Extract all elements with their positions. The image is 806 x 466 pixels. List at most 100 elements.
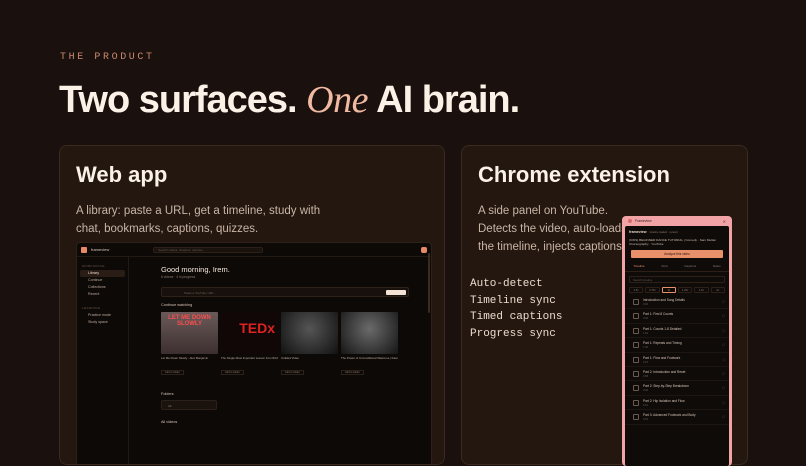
sidebar-item-practice: Practice mode <box>88 313 111 317</box>
logo-icon <box>81 246 87 253</box>
headline: Two surfaces. One AI brain. <box>59 78 520 122</box>
feature-list: Auto-detect Timeline sync Timed captions… <box>470 276 562 342</box>
tab-timeline: Timeline <box>633 264 645 268</box>
bookmark-icon: ☐ <box>722 328 725 333</box>
chapter-row: Part 1: Repeats and Timing 1:40 ☐ <box>625 338 729 353</box>
web-app-description: A library: paste a URL, get a timeline, … <box>76 205 321 235</box>
tab-chat: Chat <box>661 264 668 268</box>
sidebar-section-label: WORKSPACE <box>82 264 105 268</box>
sidebar-item-collections: Collections <box>88 285 106 289</box>
mock-topbar: frameview Search videos, chapters, quizz… <box>77 243 431 257</box>
sidebar-item-library: Library <box>80 270 125 277</box>
video-thumbnail: LET ME DOWN SLOWLY <box>161 312 218 354</box>
mock-paste-button <box>386 290 406 295</box>
bookmark-icon: ☐ <box>722 371 725 376</box>
chapter-name: Part 1: First 8 Counts <box>643 312 674 317</box>
chapter-name: Introduction and Song Details <box>643 298 685 302</box>
chapter-time: 4:10 <box>643 403 649 407</box>
sidebar-item-continue: Continue <box>88 278 103 282</box>
feature-item: Timeline sync <box>470 294 556 307</box>
headline-accent: One <box>306 79 368 121</box>
speed-option: 1.5x <box>694 287 709 293</box>
add-to-folder-button: Add to folder <box>281 370 304 375</box>
add-to-folder-button: Add to folder <box>221 370 244 375</box>
chapter-row: Part 2: Step-by-Step Breakdown 3:30 ☐ <box>625 381 729 396</box>
add-to-folder-button: Add to folder <box>161 370 184 375</box>
mock-folders-label: Folders <box>161 392 174 396</box>
mock-subgreeting: 6 videos · 4 in progress <box>161 275 196 279</box>
video-card: LET ME DOWN SLOWLY Let Me Down Slowly - A… <box>161 312 218 378</box>
tab-captions: Captions <box>684 264 697 268</box>
chapter-time: 3:30 <box>643 389 649 393</box>
mock-scrollbar <box>428 253 430 313</box>
chapter-row: Part 1: Flow and Footwork 2:15 ☐ <box>625 353 729 367</box>
video-card: TEDx The Single Most Important Lesson fro… <box>221 312 278 378</box>
web-app-title: Web app <box>76 162 168 187</box>
video-thumbnail: TEDx <box>221 312 278 354</box>
sidebar-section-label: LEARNING <box>82 306 101 310</box>
video-card: The Power of Unconditional Welcome | Kar… <box>341 312 398 378</box>
video-thumbnail <box>341 312 398 354</box>
mock-thumbnails: LET ME DOWN SLOWLY Let Me Down Slowly - A… <box>161 312 409 378</box>
bookmark-icon: ☐ <box>722 400 725 405</box>
bookmark-icon: ☐ <box>722 314 725 319</box>
thumbnail-overlay-text: LET ME DOWN SLOWLY <box>168 315 211 327</box>
mock-continue-label: Continue watching <box>161 303 193 307</box>
web-app-card: Web app A library: paste a URL, get a ti… <box>59 145 445 465</box>
bookmark-icon: ☐ <box>722 343 725 348</box>
panel-tabs: Timeline Chat Captions Notes <box>625 264 729 272</box>
panel-titlebar: Frameview ✕ <box>625 216 729 226</box>
chapter-row: Part 3: Advanced Footwork and Body 4:52 ☐ <box>625 410 729 425</box>
headline-part1: Two surfaces. <box>59 79 298 121</box>
mock-main: Good morning, Irem. 6 videos · 4 in prog… <box>135 257 431 464</box>
headline-part2: AI brain. <box>376 79 520 121</box>
chapter-time: 0:00 <box>643 303 649 306</box>
chapter-row: Part 1: Counts 1-8 Detailed 1:02 ☐ <box>625 324 729 339</box>
chapter-row: Introduction and Song Details 0:00 ☐ <box>625 295 729 310</box>
chapter-row: Part 2: Hip Isolation and Flow 4:10 ☐ <box>625 396 729 411</box>
chapter-time: 1:40 <box>643 346 649 350</box>
chapter-row: Part 2: Introduction and Reset 2:58 ☐ <box>625 367 729 382</box>
web-app-screenshot: frameview Search videos, chapters, quizz… <box>76 242 432 464</box>
mock-paste-input: Paste a YouTube URL… <box>161 287 409 297</box>
chapter-time: 4:52 <box>643 418 649 422</box>
chapter-name: Part 1: Flow and Footwork <box>643 355 681 360</box>
thumbnail-overlay-text: TEDx <box>239 320 275 336</box>
speed-option: 2x <box>710 287 725 293</box>
speed-option: 1x <box>661 287 676 293</box>
mock-folder-item: All <box>161 400 217 410</box>
section-eyebrow: THE PRODUCT <box>60 52 155 63</box>
bookmark-icon: ☐ <box>722 415 725 420</box>
mock-search-input: Search videos, chapters, quizzes… <box>153 246 264 253</box>
avatar <box>421 246 427 253</box>
video-caption: Let Me Down Slowly - Alec Benjamin <box>161 356 209 360</box>
extension-side-panel-screenshot: Frameview ✕ frameview timeline loaded · s… <box>622 216 732 466</box>
speed-option: 0.5x <box>629 287 644 293</box>
chapter-name: Part 2: Hip Isolation and Flow <box>643 398 685 403</box>
video-caption: The Single Most Important Lesson from 83… <box>221 356 278 360</box>
panel-body: frameview timeline loaded · synced (KIDS)… <box>625 226 729 466</box>
bookmark-icon: ☐ <box>722 386 725 391</box>
feature-item: Timed captions <box>470 311 563 323</box>
chapter-time: 0:30 <box>643 317 649 321</box>
chrome-extension-description: A side panel on YouTube. Detects the vid… <box>478 205 627 253</box>
chapter-time: 2:15 <box>643 360 649 364</box>
chapter-row: Part 1: First 8 Counts 0:30 ☐ <box>625 309 729 324</box>
chapter-time: 2:58 <box>643 374 649 378</box>
video-card: Untitled Video Add to folder <box>281 312 338 378</box>
bookmark-icon: ☐ <box>722 300 725 304</box>
chapter-name: Part 2: Step-by-Step Breakdown <box>643 384 689 389</box>
speed-option: 1.25x <box>677 287 693 293</box>
panel-header: frameview timeline loaded · synced <box>625 226 729 238</box>
chapter-name: Part 2: Introduction and Reset <box>643 369 686 374</box>
panel-dot-icon <box>628 219 632 223</box>
bookmark-icon: ☐ <box>722 357 725 362</box>
sidebar-item-study: Study space <box>88 320 108 324</box>
panel-video-title: (KIDS) BEGINNER DANCE TUTORIAL | Comedy … <box>629 238 717 246</box>
panel-search-input: Search timeline <box>629 276 725 283</box>
chapter-name: Part 1: Counts 1-8 Detailed <box>643 326 682 331</box>
mock-paste-placeholder: Paste a YouTube URL… <box>184 291 217 295</box>
speed-option: 0.75x <box>645 287 660 293</box>
sidebar-item-recent: Recent <box>88 292 100 296</box>
video-thumbnail <box>281 312 338 354</box>
